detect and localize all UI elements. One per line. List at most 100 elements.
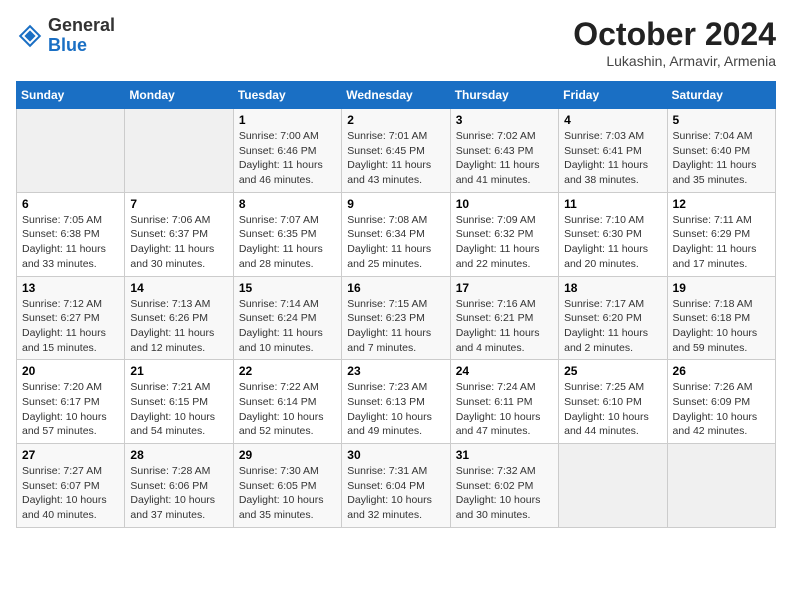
day-info: Sunrise: 7:10 AMSunset: 6:30 PMDaylight:… bbox=[564, 213, 661, 272]
weekday-row: SundayMondayTuesdayWednesdayThursdayFrid… bbox=[17, 82, 776, 109]
location: Lukashin, Armavir, Armenia bbox=[573, 53, 776, 69]
week-row-1: 1Sunrise: 7:00 AMSunset: 6:46 PMDaylight… bbox=[17, 109, 776, 193]
calendar-cell: 17Sunrise: 7:16 AMSunset: 6:21 PMDayligh… bbox=[450, 276, 558, 360]
day-info: Sunrise: 7:09 AMSunset: 6:32 PMDaylight:… bbox=[456, 213, 553, 272]
logo-icon bbox=[16, 22, 44, 50]
day-info: Sunrise: 7:22 AMSunset: 6:14 PMDaylight:… bbox=[239, 380, 336, 439]
day-number: 28 bbox=[130, 448, 227, 462]
day-info: Sunrise: 7:30 AMSunset: 6:05 PMDaylight:… bbox=[239, 464, 336, 523]
calendar-cell: 22 Sunrise: 7:22 AMSunset: 6:14 PMDayligh… bbox=[233, 360, 341, 444]
calendar-cell: 31Sunrise: 7:32 AMSunset: 6:02 PMDayligh… bbox=[450, 444, 558, 528]
week-row-3: 13 Sunrise: 7:12 AMSunset: 6:27 PMDayligh… bbox=[17, 276, 776, 360]
calendar-cell: 28 Sunrise: 7:28 AMSunset: 6:06 PMDayligh… bbox=[125, 444, 233, 528]
calendar-cell: 19Sunrise: 7:18 AMSunset: 6:18 PMDayligh… bbox=[667, 276, 775, 360]
day-info: Sunrise: 7:27 AMSunset: 6:07 PMDaylight:… bbox=[22, 464, 119, 523]
day-number: 22 bbox=[239, 364, 336, 378]
weekday-header-friday: Friday bbox=[559, 82, 667, 109]
day-number: 7 bbox=[130, 197, 227, 211]
day-number: 10 bbox=[456, 197, 553, 211]
calendar-cell: 16Sunrise: 7:15 AMSunset: 6:23 PMDayligh… bbox=[342, 276, 450, 360]
calendar-body: 1Sunrise: 7:00 AMSunset: 6:46 PMDaylight… bbox=[17, 109, 776, 528]
day-info: Sunrise: 7:20 AMSunset: 6:17 PMDaylight:… bbox=[22, 380, 119, 439]
day-number: 12 bbox=[673, 197, 770, 211]
calendar-cell: 12Sunrise: 7:11 AMSunset: 6:29 PMDayligh… bbox=[667, 192, 775, 276]
calendar-cell: 15 Sunrise: 7:14 AMSunset: 6:24 PMDayligh… bbox=[233, 276, 341, 360]
calendar-cell: 13 Sunrise: 7:12 AMSunset: 6:27 PMDayligh… bbox=[17, 276, 125, 360]
calendar-cell: 27 Sunrise: 7:27 AMSunset: 6:07 PMDayligh… bbox=[17, 444, 125, 528]
logo: General Blue bbox=[16, 16, 115, 56]
calendar-cell: 21 Sunrise: 7:21 AMSunset: 6:15 PMDayligh… bbox=[125, 360, 233, 444]
day-number: 25 bbox=[564, 364, 661, 378]
calendar-cell: 14Sunrise: 7:13 AMSunset: 6:26 PMDayligh… bbox=[125, 276, 233, 360]
calendar-cell: 2 Sunrise: 7:01 AMSunset: 6:45 PMDaylight… bbox=[342, 109, 450, 193]
calendar-cell: 20 Sunrise: 7:20 AMSunset: 6:17 PMDayligh… bbox=[17, 360, 125, 444]
day-number: 24 bbox=[456, 364, 553, 378]
day-info: Sunrise: 7:24 AMSunset: 6:11 PMDaylight:… bbox=[456, 380, 553, 439]
day-info: Sunrise: 7:18 AMSunset: 6:18 PMDaylight:… bbox=[673, 297, 770, 356]
calendar-cell: 7 Sunrise: 7:06 AMSunset: 6:37 PMDaylight… bbox=[125, 192, 233, 276]
calendar-cell bbox=[559, 444, 667, 528]
day-number: 27 bbox=[22, 448, 119, 462]
day-number: 6 bbox=[22, 197, 119, 211]
day-info: Sunrise: 7:14 AMSunset: 6:24 PMDaylight:… bbox=[239, 297, 336, 356]
day-info: Sunrise: 7:04 AMSunset: 6:40 PMDaylight:… bbox=[673, 129, 770, 188]
day-number: 30 bbox=[347, 448, 444, 462]
day-info: Sunrise: 7:21 AMSunset: 6:15 PMDaylight:… bbox=[130, 380, 227, 439]
day-info: Sunrise: 7:12 AMSunset: 6:27 PMDaylight:… bbox=[22, 297, 119, 356]
day-info: Sunrise: 7:28 AMSunset: 6:06 PMDaylight:… bbox=[130, 464, 227, 523]
weekday-header-sunday: Sunday bbox=[17, 82, 125, 109]
calendar-cell: 26Sunrise: 7:26 AMSunset: 6:09 PMDayligh… bbox=[667, 360, 775, 444]
weekday-header-thursday: Thursday bbox=[450, 82, 558, 109]
logo-text: General Blue bbox=[48, 16, 115, 56]
day-number: 15 bbox=[239, 281, 336, 295]
calendar-cell: 18Sunrise: 7:17 AMSunset: 6:20 PMDayligh… bbox=[559, 276, 667, 360]
calendar-table: SundayMondayTuesdayWednesdayThursdayFrid… bbox=[16, 81, 776, 528]
day-info: Sunrise: 7:26 AMSunset: 6:09 PMDaylight:… bbox=[673, 380, 770, 439]
calendar-cell: 5Sunrise: 7:04 AMSunset: 6:40 PMDaylight… bbox=[667, 109, 775, 193]
day-info: Sunrise: 7:31 AMSunset: 6:04 PMDaylight:… bbox=[347, 464, 444, 523]
calendar-cell: 3Sunrise: 7:02 AMSunset: 6:43 PMDaylight… bbox=[450, 109, 558, 193]
day-info: Sunrise: 7:06 AMSunset: 6:37 PMDaylight:… bbox=[130, 213, 227, 272]
weekday-header-tuesday: Tuesday bbox=[233, 82, 341, 109]
day-number: 1 bbox=[239, 113, 336, 127]
day-info: Sunrise: 7:01 AMSunset: 6:45 PMDaylight:… bbox=[347, 129, 444, 188]
month-title: October 2024 bbox=[573, 16, 776, 53]
day-number: 11 bbox=[564, 197, 661, 211]
calendar-cell bbox=[667, 444, 775, 528]
day-number: 23 bbox=[347, 364, 444, 378]
day-info: Sunrise: 7:03 AMSunset: 6:41 PMDaylight:… bbox=[564, 129, 661, 188]
calendar-cell: 30 Sunrise: 7:31 AMSunset: 6:04 PMDayligh… bbox=[342, 444, 450, 528]
calendar-cell: 6 Sunrise: 7:05 AMSunset: 6:38 PMDaylight… bbox=[17, 192, 125, 276]
calendar-header: SundayMondayTuesdayWednesdayThursdayFrid… bbox=[17, 82, 776, 109]
calendar-cell: 1Sunrise: 7:00 AMSunset: 6:46 PMDaylight… bbox=[233, 109, 341, 193]
day-number: 4 bbox=[564, 113, 661, 127]
day-info: Sunrise: 7:23 AMSunset: 6:13 PMDaylight:… bbox=[347, 380, 444, 439]
day-number: 31 bbox=[456, 448, 553, 462]
day-info: Sunrise: 7:05 AMSunset: 6:38 PMDaylight:… bbox=[22, 213, 119, 272]
day-number: 20 bbox=[22, 364, 119, 378]
calendar-cell: 29 Sunrise: 7:30 AMSunset: 6:05 PMDayligh… bbox=[233, 444, 341, 528]
calendar-cell: 4 Sunrise: 7:03 AMSunset: 6:41 PMDaylight… bbox=[559, 109, 667, 193]
title-block: October 2024 Lukashin, Armavir, Armenia bbox=[573, 16, 776, 69]
day-info: Sunrise: 7:25 AMSunset: 6:10 PMDaylight:… bbox=[564, 380, 661, 439]
calendar-cell: 25 Sunrise: 7:25 AMSunset: 6:10 PMDayligh… bbox=[559, 360, 667, 444]
day-number: 13 bbox=[22, 281, 119, 295]
week-row-4: 20 Sunrise: 7:20 AMSunset: 6:17 PMDayligh… bbox=[17, 360, 776, 444]
day-number: 2 bbox=[347, 113, 444, 127]
day-info: Sunrise: 7:08 AMSunset: 6:34 PMDaylight:… bbox=[347, 213, 444, 272]
calendar-cell: 23 Sunrise: 7:23 AMSunset: 6:13 PMDayligh… bbox=[342, 360, 450, 444]
calendar-cell: 10 Sunrise: 7:09 AMSunset: 6:32 PMDayligh… bbox=[450, 192, 558, 276]
day-number: 18 bbox=[564, 281, 661, 295]
weekday-header-monday: Monday bbox=[125, 82, 233, 109]
day-info: Sunrise: 7:07 AMSunset: 6:35 PMDaylight:… bbox=[239, 213, 336, 272]
day-number: 29 bbox=[239, 448, 336, 462]
day-number: 21 bbox=[130, 364, 227, 378]
weekday-header-saturday: Saturday bbox=[667, 82, 775, 109]
calendar-cell: 8 Sunrise: 7:07 AMSunset: 6:35 PMDaylight… bbox=[233, 192, 341, 276]
day-info: Sunrise: 7:13 AMSunset: 6:26 PMDaylight:… bbox=[130, 297, 227, 356]
calendar-cell: 11 Sunrise: 7:10 AMSunset: 6:30 PMDayligh… bbox=[559, 192, 667, 276]
day-number: 16 bbox=[347, 281, 444, 295]
week-row-5: 27 Sunrise: 7:27 AMSunset: 6:07 PMDayligh… bbox=[17, 444, 776, 528]
weekday-header-wednesday: Wednesday bbox=[342, 82, 450, 109]
day-number: 8 bbox=[239, 197, 336, 211]
